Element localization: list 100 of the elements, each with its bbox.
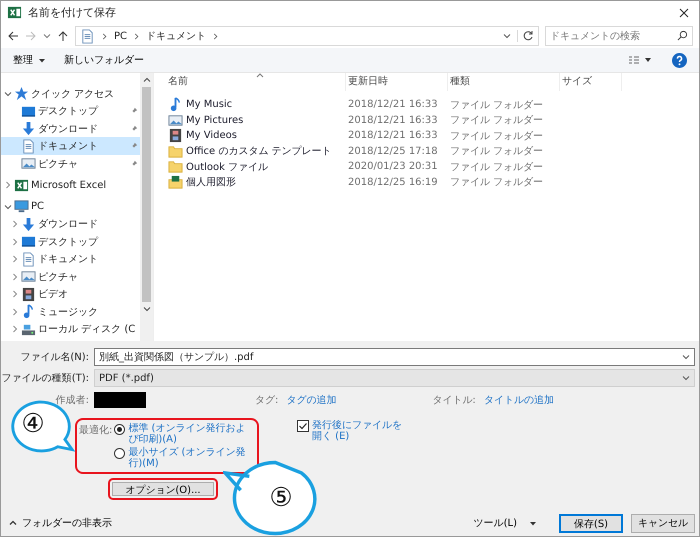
chevron-right-icon[interactable] — [11, 290, 19, 298]
dropdown-caret-icon[interactable] — [529, 521, 537, 526]
monitor-icon — [21, 234, 36, 250]
picture-icon — [168, 112, 183, 128]
search-icon[interactable] — [677, 30, 688, 42]
file-type-dropdown[interactable]: PDF (*.pdf) — [94, 369, 695, 388]
sidebar-item[interactable]: ミュージック — [1, 302, 140, 320]
sidebar-item[interactable]: デスクトップ — [1, 232, 140, 250]
field-label: タグ: — [255, 394, 278, 408]
chevron-down-icon[interactable] — [43, 32, 51, 40]
file-name[interactable]: Office のカスタム テンプレート — [166, 144, 346, 159]
sidebar-item[interactable]: ダウンロード — [1, 215, 140, 233]
folder-icon — [168, 159, 183, 174]
tools-button[interactable]: ツール(L) — [468, 515, 543, 532]
scrollbar[interactable] — [140, 72, 153, 342]
chevron-right-icon[interactable] — [212, 32, 220, 40]
chevron-right-icon[interactable] — [4, 181, 12, 190]
column-header[interactable]: サイズ — [560, 72, 622, 91]
organize-button[interactable]: 整理 — [9, 51, 50, 70]
table-cell-text: ファイル フォルダー — [449, 145, 544, 158]
radio-button[interactable] — [114, 448, 126, 460]
document-icon — [21, 138, 36, 154]
radio-option[interactable]: 標準 (オンライン発行および印刷)(A) — [114, 423, 254, 446]
view-options-icon[interactable] — [628, 55, 652, 66]
pin-icon[interactable] — [130, 142, 138, 150]
chevron-right-icon[interactable] — [11, 255, 19, 264]
add-title-link[interactable]: タイトルの追加 — [484, 393, 554, 408]
help-icon[interactable] — [672, 52, 687, 68]
chevron-down-icon[interactable] — [4, 90, 12, 98]
address-bar[interactable]: PC ドキュメント — [75, 26, 539, 46]
sidebar-item[interactable]: ドキュメント — [1, 137, 140, 155]
spreadsheet-icon — [7, 5, 22, 20]
chevron-right-icon[interactable] — [11, 220, 19, 228]
chevron-up-icon[interactable] — [9, 519, 17, 528]
field-label: ファイル名(N): — [19, 351, 90, 364]
scroll-up-icon[interactable] — [142, 76, 150, 84]
field-label: ファイルの種類(T): — [1, 372, 90, 386]
sidebar-item[interactable]: Microsoft Excel — [1, 176, 140, 194]
chevron-right-icon[interactable] — [11, 238, 19, 246]
sidebar-item[interactable]: ダウンロード — [1, 120, 140, 138]
chevron-down-icon[interactable] — [4, 202, 12, 211]
file-name[interactable]: My Videos — [166, 128, 346, 144]
breadcrumb-item[interactable]: PC — [114, 30, 128, 42]
new-folder-button[interactable]: 新しいフォルダー — [60, 51, 148, 70]
chevron-down-icon[interactable] — [503, 32, 511, 40]
file-name[interactable]: 個人用図形 — [166, 174, 346, 190]
checkbox[interactable] — [297, 420, 309, 432]
cancel-button[interactable]: キャンセル — [631, 514, 695, 533]
dropdown-caret-icon[interactable] — [38, 58, 46, 64]
scroll-down-icon[interactable] — [142, 304, 150, 313]
column-header[interactable]: 種類 — [448, 72, 560, 91]
chevron-right-icon[interactable] — [11, 272, 19, 281]
redacted-box — [94, 392, 146, 408]
sidebar-item[interactable]: ビデオ — [1, 285, 140, 303]
search-field[interactable]: ドキュメントの検索 — [545, 26, 693, 46]
folder-icon — [168, 144, 183, 159]
table-cell-text: 2018/12/21 16:33 — [347, 130, 439, 142]
document-icon — [80, 28, 95, 44]
field-label: タイトル: — [432, 394, 476, 408]
sidebar-item[interactable]: ローカル ディスク (C — [1, 320, 140, 338]
file-name[interactable]: My Music — [166, 97, 346, 112]
chevron-right-icon[interactable] — [133, 32, 140, 40]
chevron-down-icon[interactable] — [682, 353, 690, 362]
file-name[interactable]: Outlook ファイル — [166, 159, 346, 174]
pin-icon[interactable] — [130, 107, 138, 116]
pin-icon[interactable] — [130, 160, 138, 168]
file-name[interactable]: My Pictures — [166, 112, 346, 128]
checkbox-option[interactable]: 発行後にファイルを開く (E) — [297, 420, 407, 442]
radio-option[interactable]: 最小サイズ (オンライン発行)(M) — [114, 447, 254, 470]
sidebar-item[interactable]: デスクトップ — [1, 102, 140, 120]
callout-number: ⑤ — [269, 483, 293, 514]
chevron-down-icon[interactable] — [682, 374, 690, 382]
sidebar-item[interactable]: クイック アクセス — [1, 84, 140, 102]
sidebar-item[interactable]: ドキュメント — [1, 250, 140, 268]
up-arrow-icon[interactable] — [57, 30, 69, 42]
column-header[interactable]: 更新日時 — [346, 72, 448, 91]
sidebar-item[interactable]: PC — [1, 198, 140, 216]
chevron-right-icon[interactable] — [11, 308, 19, 316]
breadcrumb-item[interactable]: ドキュメント — [146, 29, 206, 44]
table-cell-text: 2020/01/23 20:31 — [347, 161, 439, 172]
field-label: 最適化: — [79, 424, 112, 438]
window-title: 名前を付けて保存 — [28, 5, 116, 20]
options-button[interactable]: オプション(O)... — [112, 482, 214, 496]
refresh-icon[interactable] — [517, 30, 534, 42]
sidebar-item[interactable]: ピクチャ — [1, 154, 140, 172]
close-icon[interactable] — [679, 8, 689, 18]
add-tag-link[interactable]: タグの追加 — [286, 393, 336, 408]
pin-icon[interactable] — [130, 124, 138, 133]
column-header[interactable]: 名前 — [166, 72, 346, 91]
chevron-right-icon[interactable] — [101, 32, 108, 40]
chevron-right-icon[interactable] — [11, 325, 19, 334]
sidebar-item[interactable]: ピクチャ — [1, 268, 140, 286]
file-name-field[interactable]: 別紙_出資関係図（サンプル）.pdf — [94, 348, 695, 366]
film-icon — [168, 128, 183, 144]
scroll-thumb[interactable] — [142, 86, 151, 302]
back-arrow-icon[interactable] — [7, 30, 19, 42]
hide-folders-button[interactable]: フォルダーの非表示 — [9, 516, 112, 530]
save-button[interactable]: 保存(S) — [559, 514, 623, 533]
radio-button[interactable] — [114, 424, 126, 436]
picture-icon — [21, 156, 36, 172]
